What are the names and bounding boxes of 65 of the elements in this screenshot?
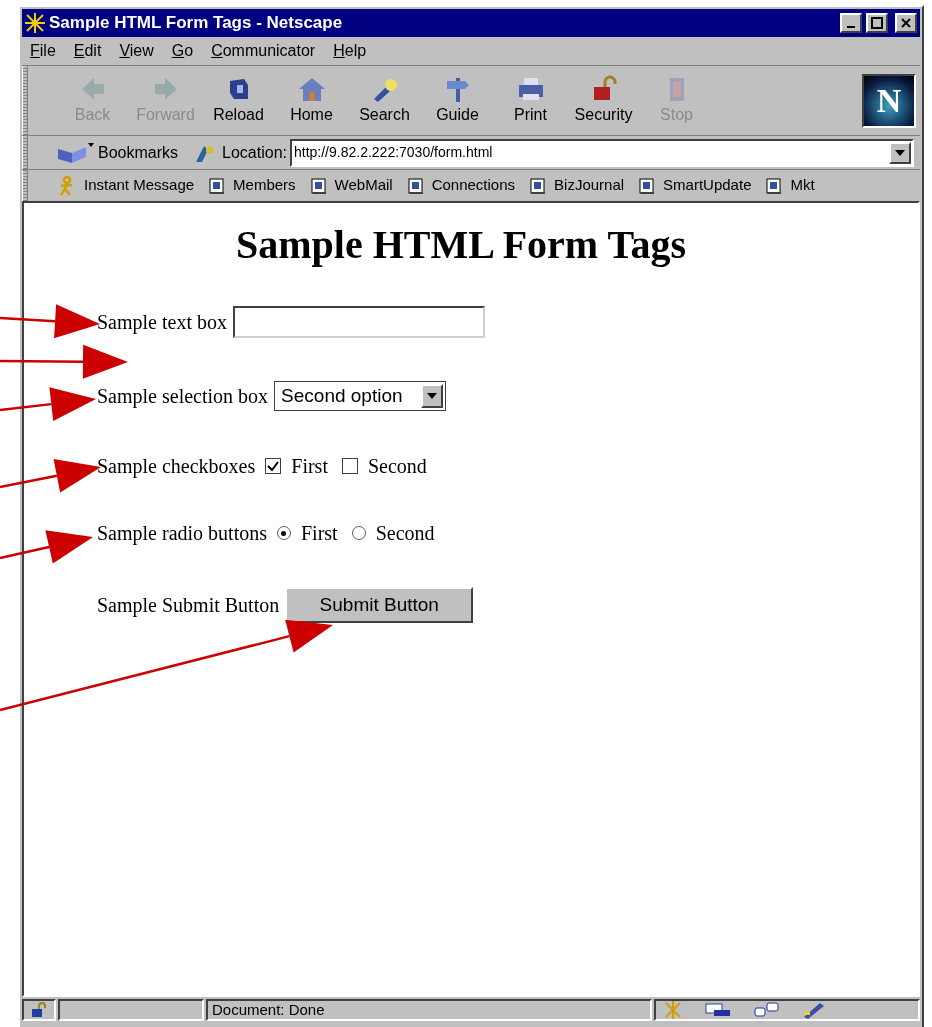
toolbar-button[interactable]: Guide <box>421 74 494 127</box>
personal-toolbar-link[interactable]: Instant Message <box>58 174 195 197</box>
radio-label: Second <box>375 521 435 546</box>
page-icon <box>310 177 327 194</box>
page-heading: Sample HTML Form Tags <box>234 225 688 265</box>
toolbar-grip[interactable] <box>22 170 28 201</box>
personal-toolbar-link[interactable]: Connections <box>407 174 516 197</box>
pen-icon[interactable] <box>802 1001 826 1019</box>
radio-button[interactable] <box>277 526 291 540</box>
personal-toolbar-link[interactable]: Mkt <box>766 174 815 197</box>
url-field[interactable]: http://9.82.2.222:7030/form.html <box>289 138 914 167</box>
personal-toolbar-link[interactable]: WebMail <box>310 174 393 197</box>
submit-button[interactable]: Submit Button <box>285 587 474 623</box>
toolbar-button[interactable]: Search <box>348 74 421 127</box>
toolbar-grip[interactable] <box>22 136 28 169</box>
menu-item[interactable]: Edit <box>73 39 102 63</box>
minimize-button[interactable] <box>840 13 862 33</box>
personal-toolbar-link[interactable]: Members <box>209 174 296 197</box>
page-icon <box>209 177 226 194</box>
toolbar-button[interactable]: Print <box>494 74 567 127</box>
selection-dropdown[interactable]: Second option <box>274 381 447 411</box>
mail-icon[interactable] <box>704 1002 732 1018</box>
field-label: Sample Submit Button <box>97 593 280 619</box>
checkbox[interactable] <box>265 458 282 474</box>
menu-item[interactable]: Help <box>333 39 367 63</box>
chat-bubbles-icon[interactable] <box>754 1002 780 1018</box>
location-label: Location: <box>222 142 287 163</box>
maximize-button[interactable] <box>866 13 888 33</box>
browser-logo: N <box>862 73 916 128</box>
radio-button[interactable] <box>351 526 366 540</box>
dropdown-caret-icon <box>895 149 905 156</box>
field-label: Sample radio buttons <box>97 521 267 547</box>
bookmarks-button[interactable]: Bookmarks <box>98 140 179 165</box>
close-icon <box>900 17 912 29</box>
app-icon <box>25 13 45 33</box>
page-icon <box>530 177 547 194</box>
maximize-icon <box>871 17 883 29</box>
toolbar-button[interactable]: Reload <box>202 74 275 127</box>
page-icon <box>639 177 656 194</box>
menu-item[interactable]: Go <box>171 39 194 63</box>
checkbox-label: First <box>291 454 328 479</box>
field-label: Sample text box <box>97 310 227 336</box>
field-label: Sample checkboxes <box>97 454 256 480</box>
personal-toolbar-link[interactable]: BizJournal <box>530 174 625 197</box>
status-text: Document: Done <box>206 999 652 1021</box>
field-label: Sample selection box <box>97 384 269 410</box>
close-button[interactable] <box>895 13 917 33</box>
bookmark-book-icon <box>56 140 96 165</box>
page-icon <box>766 177 783 194</box>
checkbox-label: Second <box>367 454 427 479</box>
toolbar-button[interactable]: Home <box>275 74 348 127</box>
radio-label: First <box>301 521 338 546</box>
personal-toolbar-link[interactable]: SmartUpdate <box>639 174 752 197</box>
padlock-icon <box>30 1002 48 1018</box>
page-icon <box>407 177 424 194</box>
menu-item[interactable]: File <box>30 39 56 63</box>
window-title: Sample HTML Form Tags - Netscape <box>49 12 344 35</box>
checkbox[interactable] <box>341 458 358 474</box>
menu-item[interactable]: View <box>119 39 154 63</box>
toolbar-grip[interactable] <box>22 66 28 135</box>
menu-item[interactable]: Communicator <box>211 39 316 63</box>
dropdown-caret-icon <box>427 393 438 399</box>
toolbar-button[interactable]: Security <box>567 74 640 127</box>
minimize-icon <box>847 26 855 28</box>
text-input-field[interactable] <box>233 306 485 338</box>
